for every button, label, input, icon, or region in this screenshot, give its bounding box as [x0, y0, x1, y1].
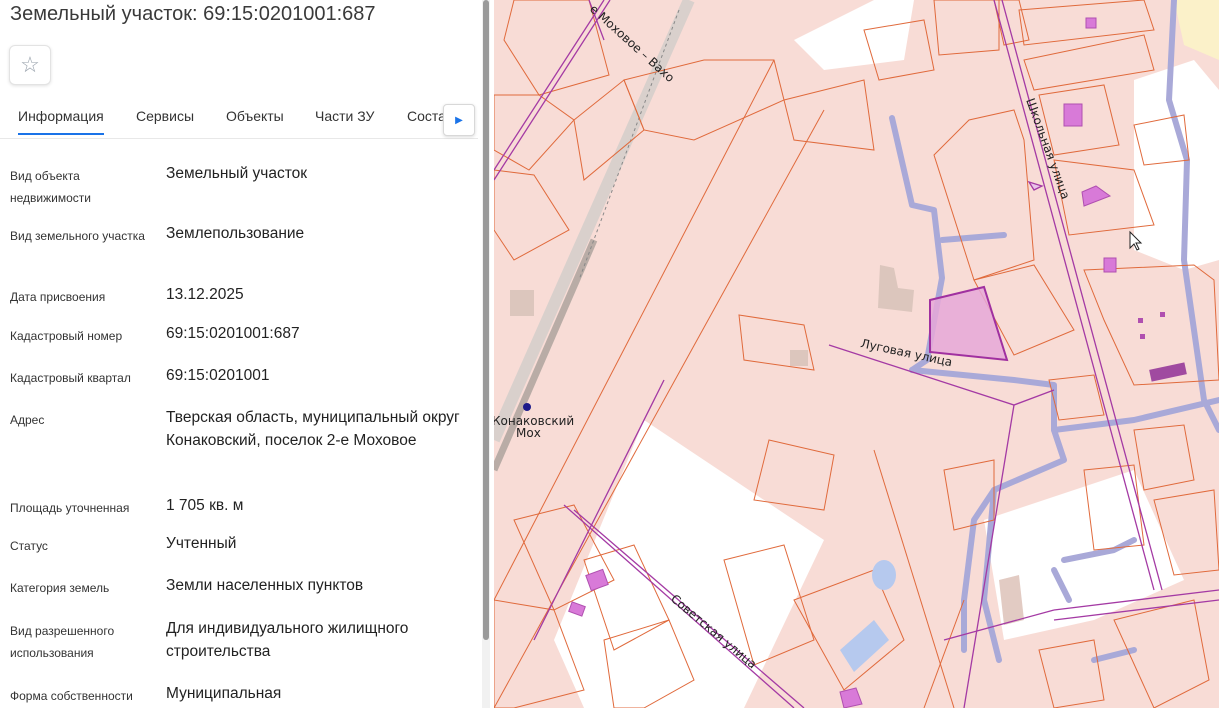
- favorite-button[interactable]: ☆: [9, 45, 51, 85]
- property-value: Тверская область, муниципальный округ Ко…: [166, 409, 460, 449]
- panel-scrollbar[interactable]: [482, 0, 490, 708]
- property-label: Форма собственности: [10, 689, 133, 703]
- property-label: Кадастровый номер: [10, 329, 123, 343]
- map-yellow-area: [1174, 0, 1219, 60]
- tab-composition[interactable]: Соста: [407, 108, 446, 124]
- property-label: Кадастровый квартал: [10, 371, 131, 385]
- property-value: 1 705 кв. м: [166, 497, 244, 514]
- property-label: Статус: [10, 539, 48, 553]
- tab-bar: Информация Сервисы Объекты Части ЗУ Сост…: [0, 100, 478, 139]
- property-label: Дата присвоения: [10, 290, 106, 304]
- property-value: 13.12.2025: [166, 286, 244, 303]
- cadastral-map[interactable]: Конаковский Мох Луговая улица Школьная у…: [494, 0, 1219, 708]
- property-value: Землепользование: [166, 225, 305, 242]
- chevron-right-icon: ▶: [455, 114, 463, 126]
- property-label: Вид земельного участка: [10, 229, 145, 243]
- tab-objects[interactable]: Объекты: [226, 108, 284, 124]
- property-label: Адрес: [10, 413, 45, 427]
- selected-parcel[interactable]: [929, 285, 1009, 362]
- property-label: Категория земель: [10, 581, 110, 595]
- property-label: Вид объекта недвижимости: [10, 169, 91, 205]
- property-value: Земли населенных пунктов: [166, 577, 364, 594]
- property-value: Учтенный: [166, 535, 237, 552]
- property-label: Вид разрешенного использования: [10, 624, 115, 660]
- property-value: Для индивидуального жилищного строительс…: [166, 620, 409, 660]
- star-icon: ☆: [20, 52, 40, 77]
- property-value: Земельный участок: [166, 165, 308, 182]
- tab-services[interactable]: Сервисы: [136, 108, 194, 124]
- tabs-next-button[interactable]: ▶: [443, 104, 475, 136]
- tab-parcel-parts[interactable]: Части ЗУ: [315, 108, 374, 124]
- scrollbar-thumb[interactable]: [483, 0, 489, 640]
- property-label: Площадь уточненная: [10, 501, 130, 515]
- property-value: Муниципальная: [166, 685, 282, 702]
- info-panel: Земельный участок: 69:15:0201001:687 ☆ И…: [0, 0, 481, 708]
- property-value[interactable]: 69:15:0201001:687: [166, 322, 466, 345]
- page-title: Земельный участок: 69:15:0201001:687: [10, 3, 376, 25]
- station-marker[interactable]: [523, 403, 531, 411]
- tab-information[interactable]: Информация: [18, 108, 104, 135]
- property-value[interactable]: 69:15:0201001: [166, 364, 466, 387]
